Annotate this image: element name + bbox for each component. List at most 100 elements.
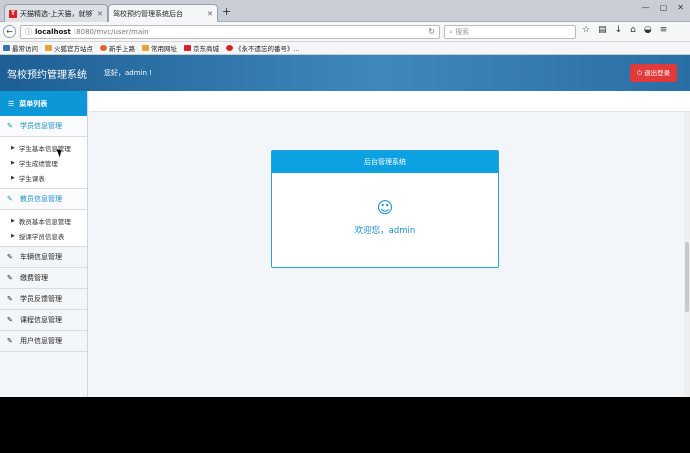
bookmarks-bar: 最常访问 火狐官方站点 新手上路 常用网址 京东商城 《永不遗忘的番号》... [0, 42, 690, 55]
search-placeholder: 搜索 [455, 28, 470, 36]
sidebar-group-coach[interactable]: ✎ 教员信息管理 [0, 189, 87, 210]
panel-title: 后台管理系统 [272, 151, 498, 173]
close-window-icon[interactable]: ✕ [677, 3, 684, 12]
tab-tmall[interactable]: T 天猫精选-上天猫，就够了 ✕ [4, 4, 108, 22]
sidebar-group-user[interactable]: ✎ 用户信息管理 [0, 331, 87, 352]
bookmark-item[interactable]: 最常访问 [3, 43, 38, 53]
search-icon: ⌕ [449, 28, 453, 36]
user-greeting: 您好，admin ! [104, 69, 152, 77]
close-icon[interactable]: ✕ [207, 10, 213, 18]
caret-right-icon: ▶ [11, 217, 15, 224]
sidebar-item-student-scores[interactable]: ▶ 学生成绩管理 [0, 155, 87, 170]
group-label: 用户信息管理 [20, 337, 62, 345]
edit-icon: ✎ [7, 195, 13, 203]
sidebar-group-vehicle[interactable]: ✎ 车辆信息管理 [0, 247, 87, 268]
sidebar: ☰ 菜单列表 ✎ 学员信息管理 ▶ 学生基本信息管理 ▶ 学生成绩管理 ▶ 学生课表 … [0, 91, 88, 397]
group-label: 学员信息管理 [20, 122, 62, 130]
tab-admin[interactable]: 驾校预约管理系统后台 ✕ [108, 4, 218, 22]
group-label: 缴费管理 [20, 274, 48, 282]
bookmark-label: 《永不遗忘的番号》... [235, 45, 300, 53]
weibo-icon [226, 45, 233, 51]
bookmark-label: 最常访问 [12, 45, 38, 53]
scrollbar-thumb[interactable] [685, 242, 689, 312]
url-bar[interactable]: ⓘ localhost:8080/mvc/user/main ↻ [20, 25, 440, 39]
power-icon: ⏻ [636, 69, 643, 77]
url-path: :8080/mvc/user/main [73, 28, 149, 36]
group-label: 课程信息管理 [20, 316, 62, 324]
tab-strip: T 天猫精选-上天猫，就够了 ✕ 驾校预约管理系统后台 ✕ + — ▢ ✕ [0, 0, 690, 22]
group-label: 车辆信息管理 [20, 253, 62, 261]
bookmark-label: 京东商城 [193, 45, 219, 53]
toolbar-icons: ☆ ▤ ↓ ⌂ ◒ ≡ [582, 25, 667, 35]
sidebar-group-feedback[interactable]: ✎ 学员反馈管理 [0, 289, 87, 310]
firefox-icon [100, 45, 107, 51]
edit-icon: ✎ [7, 122, 13, 130]
bookmark-star-icon[interactable]: ☆ [582, 25, 590, 35]
sidebar-item-coach-info[interactable]: ▶ 教员基本信息管理 [0, 213, 87, 228]
welcome-text: 欢迎您，admin [354, 226, 416, 236]
nav-bar: ← ⓘ localhost:8080/mvc/user/main ↻ ⌕ 搜索 … [0, 22, 690, 42]
folder-icon [45, 45, 52, 51]
bookmark-item[interactable]: 火狐官方站点 [45, 43, 93, 53]
item-label: 教员基本信息管理 [18, 217, 71, 226]
edit-icon: ✎ [7, 316, 13, 324]
app-header: 驾校预约管理系统 您好，admin ! ⏻ 退出登录 [0, 55, 690, 91]
sidebar-group-course[interactable]: ✎ 课程信息管理 [0, 310, 87, 331]
content-top-bar [89, 91, 690, 112]
minimize-icon[interactable]: — [642, 3, 650, 12]
tab-title: 天猫精选-上天猫，就够了 [20, 9, 95, 18]
home-icon[interactable]: ⌂ [630, 25, 636, 35]
reload-icon[interactable]: ↻ [428, 26, 435, 38]
main-content: 后台管理系统 ☺ 欢迎您，admin [89, 112, 690, 397]
menu-title-label: 菜单列表 [19, 99, 48, 108]
bookmark-item[interactable]: 常用网址 [142, 43, 177, 53]
caret-right-icon: ▶ [11, 232, 15, 239]
bookmark-label: 常用网址 [151, 45, 177, 53]
item-label: 学生课表 [18, 174, 45, 183]
bookmark-item[interactable]: 《永不遗忘的番号》... [226, 43, 300, 53]
folder-icon [142, 45, 149, 51]
student-submenu: ▶ 学生基本信息管理 ▶ 学生成绩管理 ▶ 学生课表 [0, 137, 87, 189]
close-icon[interactable]: ✕ [97, 10, 103, 18]
item-label: 授课学员信息表 [18, 232, 65, 241]
new-tab-button[interactable]: + [222, 5, 231, 19]
list-icon: ☰ [8, 99, 15, 108]
smile-icon: ☺ [376, 198, 394, 217]
sidebar-item-student-info[interactable]: ▶ 学生基本信息管理 [0, 140, 87, 155]
bookmark-item[interactable]: 新手上路 [100, 43, 135, 53]
sidebar-group-student[interactable]: ✎ 学员信息管理 [0, 116, 87, 137]
pocket-icon[interactable]: ◒ [644, 25, 652, 35]
edit-icon: ✎ [7, 274, 13, 282]
bookmark-item[interactable]: 京东商城 [184, 43, 219, 53]
info-icon: ⓘ [25, 28, 32, 36]
group-label: 学员反馈管理 [20, 295, 62, 303]
back-arrow-icon[interactable]: ← [3, 25, 16, 38]
jd-icon [184, 45, 191, 51]
sidebar-group-payment[interactable]: ✎ 缴费管理 [0, 268, 87, 289]
reading-list-icon[interactable]: ▤ [598, 25, 607, 35]
window-controls: — ▢ ✕ [642, 3, 684, 12]
menu-title: ☰ 菜单列表 [0, 91, 87, 116]
maximize-icon[interactable]: ▢ [660, 3, 668, 12]
group-label: 教员信息管理 [20, 195, 62, 203]
edit-icon: ✎ [7, 253, 13, 261]
edit-icon: ✎ [7, 295, 13, 303]
item-label: 学生基本信息管理 [18, 144, 71, 153]
bookmark-label: 新手上路 [109, 45, 135, 53]
bookmark-icon [3, 45, 10, 51]
edit-icon: ✎ [7, 337, 13, 345]
caret-right-icon: ▶ [11, 144, 15, 151]
download-icon[interactable]: ↓ [615, 25, 623, 35]
item-label: 学生成绩管理 [18, 159, 58, 168]
brand-title: 驾校预约管理系统 [7, 70, 87, 81]
coach-submenu: ▶ 教员基本信息管理 ▶ 授课学员信息表 [0, 210, 87, 247]
scrollbar[interactable] [684, 112, 690, 397]
search-input[interactable]: ⌕ 搜索 [444, 25, 576, 39]
welcome-panel: 后台管理系统 ☺ 欢迎您，admin [271, 150, 499, 268]
menu-icon[interactable]: ≡ [660, 25, 668, 35]
logout-label: 退出登录 [644, 69, 671, 77]
tab-title: 驾校预约管理系统后台 [113, 9, 183, 18]
sidebar-item-coach-students[interactable]: ▶ 授课学员信息表 [0, 228, 87, 243]
logout-button[interactable]: ⏻ 退出登录 [630, 64, 677, 82]
sidebar-item-student-schedule[interactable]: ▶ 学生课表 [0, 170, 87, 185]
